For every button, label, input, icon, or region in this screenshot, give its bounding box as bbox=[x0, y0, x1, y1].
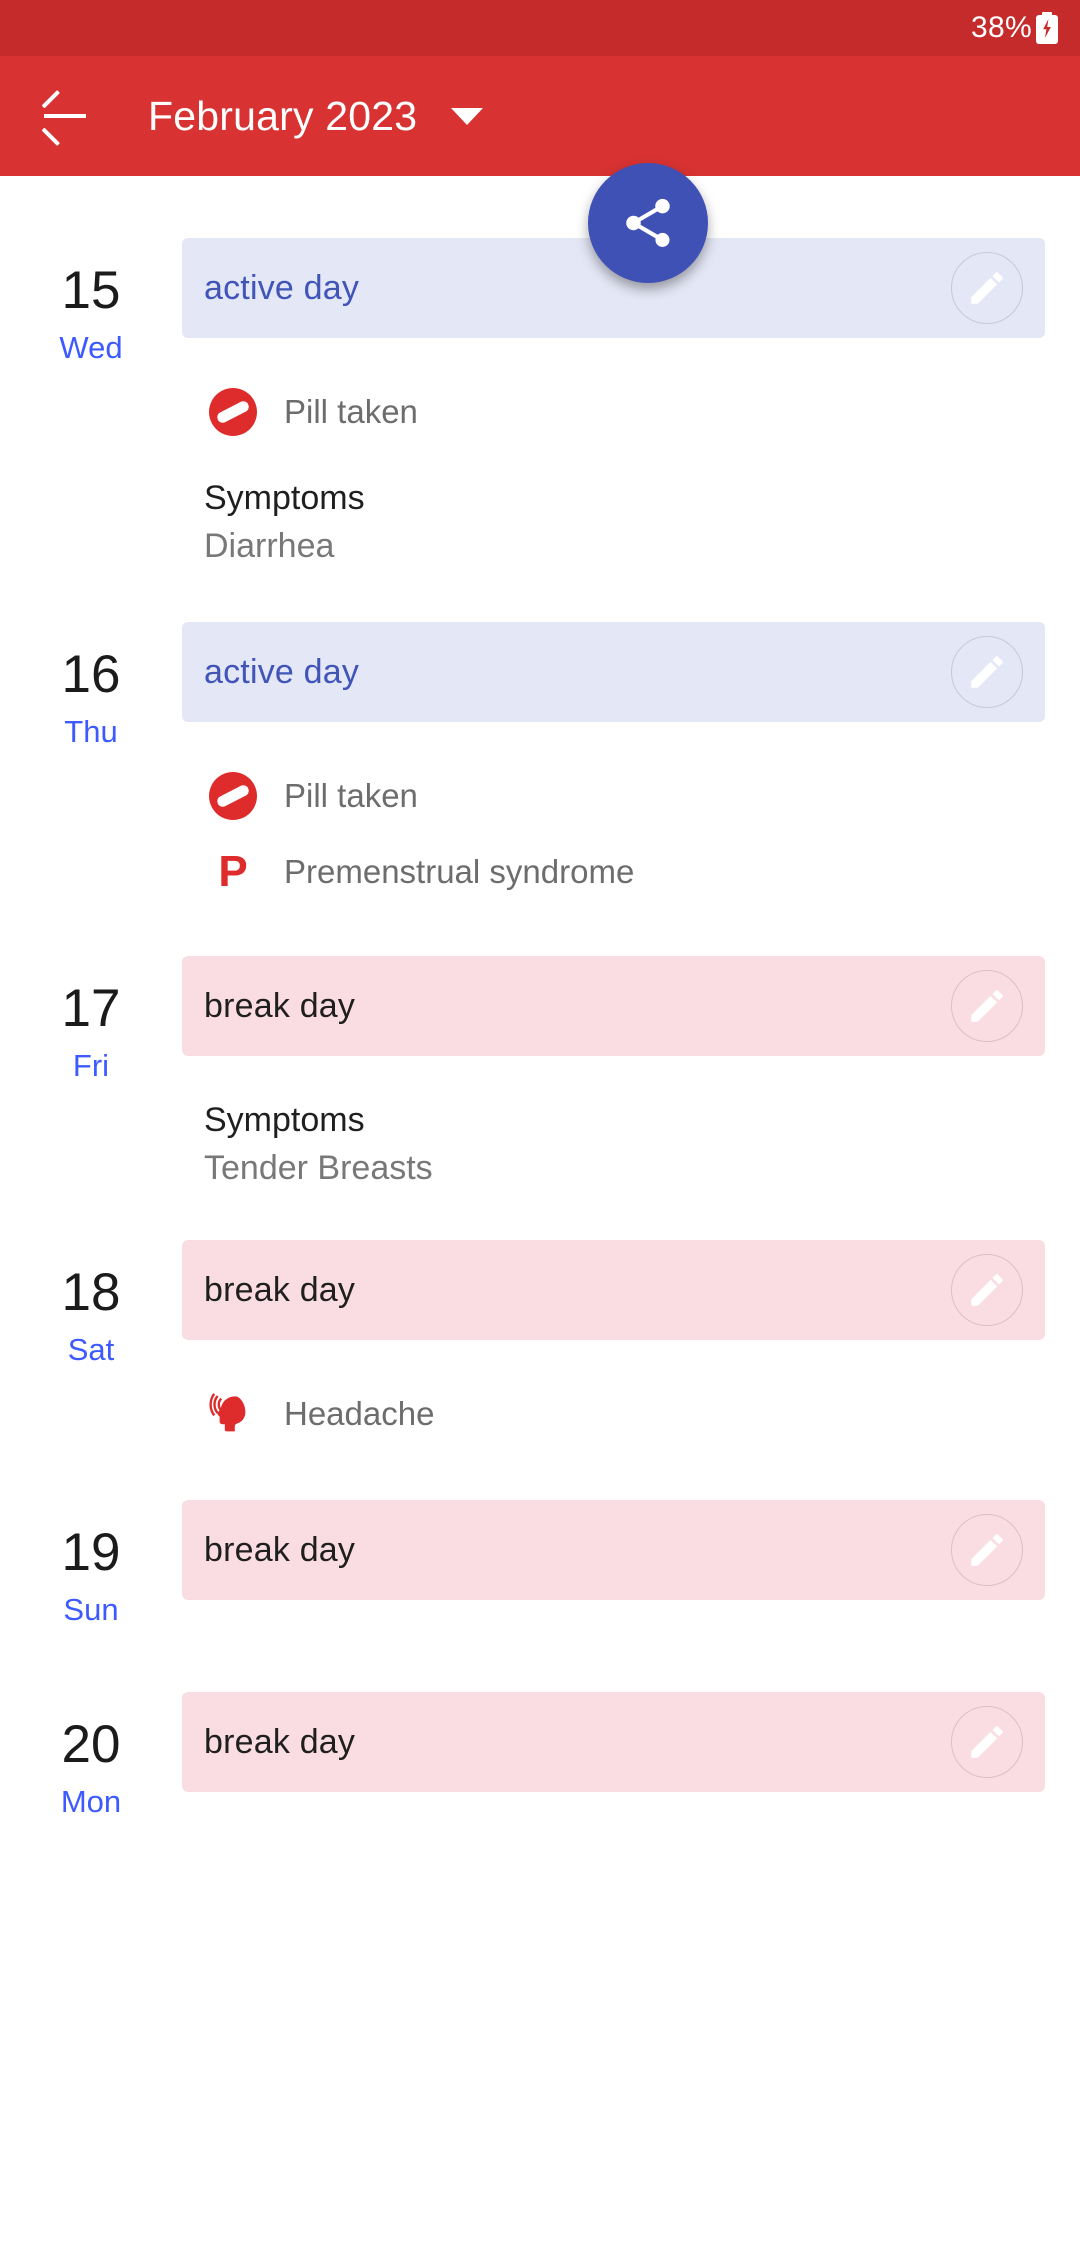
entry-label: Headache bbox=[284, 1395, 435, 1432]
day-date-column: 17 Fri bbox=[0, 956, 182, 1192]
day-block: 18 Sat break day Headache bbox=[0, 1240, 1080, 1452]
edit-day-button[interactable] bbox=[951, 252, 1023, 324]
day-number: 20 bbox=[61, 1715, 121, 1774]
day-status-label: break day bbox=[204, 1722, 356, 1761]
entry-label: Premenstrual syndrome bbox=[284, 853, 635, 890]
pencil-icon bbox=[971, 1274, 1003, 1306]
symptoms-section: Symptoms Tender Breasts bbox=[182, 1096, 1045, 1192]
headache-icon bbox=[204, 1390, 262, 1438]
day-weekday: Mon bbox=[60, 1784, 122, 1819]
day-number: 17 bbox=[61, 979, 121, 1038]
symptoms-value: Tender Breasts bbox=[204, 1149, 433, 1187]
day-entries: Headache bbox=[182, 1368, 1045, 1452]
day-status-banner[interactable]: break day bbox=[182, 956, 1045, 1056]
day-number: 19 bbox=[61, 1523, 121, 1582]
entry-row: P Premenstrual syndrome bbox=[204, 834, 1045, 910]
day-date-column: 15 Wed bbox=[0, 238, 182, 570]
edit-day-button[interactable] bbox=[951, 636, 1023, 708]
pencil-icon bbox=[971, 1534, 1003, 1566]
symptoms-value: Diarrhea bbox=[204, 527, 335, 565]
day-weekday: Sun bbox=[63, 1592, 119, 1627]
day-status-banner[interactable]: active day bbox=[182, 622, 1045, 722]
chevron-down-icon[interactable] bbox=[451, 107, 484, 125]
day-status-label: active day bbox=[204, 652, 360, 691]
day-block: 20 Mon break day bbox=[0, 1692, 1080, 1828]
edit-day-button[interactable] bbox=[951, 1514, 1023, 1586]
app-bar: February 2023 bbox=[0, 56, 1080, 283]
day-weekday: Wed bbox=[59, 330, 123, 365]
day-content: active day Pill taken Symptoms Diarrhea bbox=[182, 238, 1080, 570]
day-entries: Pill taken P Premenstrual syndrome bbox=[182, 750, 1045, 910]
pencil-icon bbox=[971, 990, 1003, 1022]
day-status-label: break day bbox=[204, 1270, 356, 1309]
symptoms-title: Symptoms bbox=[204, 479, 365, 517]
pill-icon bbox=[204, 388, 262, 436]
symptoms-title: Symptoms bbox=[204, 1101, 365, 1139]
day-weekday: Sat bbox=[67, 1332, 115, 1367]
day-block: 15 Wed active day Pill taken Symptoms Di… bbox=[0, 238, 1080, 570]
pencil-icon bbox=[971, 656, 1003, 688]
day-date-column: 19 Sun bbox=[0, 1500, 182, 1636]
pencil-icon bbox=[971, 1726, 1003, 1758]
day-content: break day bbox=[182, 1692, 1080, 1828]
back-arrow-icon[interactable] bbox=[41, 90, 88, 146]
battery-charging-icon bbox=[1036, 12, 1058, 44]
status-bar: 38% bbox=[0, 0, 1080, 56]
edit-day-button[interactable] bbox=[951, 1706, 1023, 1778]
day-number: 16 bbox=[61, 645, 121, 704]
day-list: 15 Wed active day Pill taken Symptoms Di… bbox=[0, 238, 1080, 1828]
day-date-column: 18 Sat bbox=[0, 1240, 182, 1452]
status-bar-right: 38% bbox=[971, 11, 1058, 45]
day-block: 16 Thu active day Pill taken P Premenstr… bbox=[0, 622, 1080, 910]
day-date-column: 20 Mon bbox=[0, 1692, 182, 1828]
entry-row: Headache bbox=[204, 1376, 1045, 1452]
entry-row: Pill taken bbox=[204, 374, 1045, 450]
pms-p-icon: P bbox=[218, 847, 248, 896]
symptoms-section: Symptoms Diarrhea bbox=[182, 474, 1045, 570]
day-status-label: active day bbox=[204, 268, 360, 307]
entry-row: Pill taken bbox=[204, 758, 1045, 834]
day-entries: Pill taken bbox=[182, 366, 1045, 450]
day-number: 18 bbox=[61, 1263, 121, 1322]
battery-percent-label: 38% bbox=[971, 11, 1032, 44]
entry-label: Pill taken bbox=[284, 777, 418, 814]
entry-label: Pill taken bbox=[284, 393, 418, 430]
edit-day-button[interactable] bbox=[951, 1254, 1023, 1326]
day-weekday: Fri bbox=[72, 1048, 110, 1083]
share-button[interactable] bbox=[588, 163, 708, 283]
day-content: active day Pill taken P Premenstrual syn… bbox=[182, 622, 1080, 910]
day-content: break day Symptoms Tender Breasts bbox=[182, 956, 1080, 1192]
day-status-label: break day bbox=[204, 1530, 356, 1569]
day-status-banner[interactable]: break day bbox=[182, 1500, 1045, 1600]
page-title: February 2023 bbox=[148, 92, 418, 139]
pencil-icon bbox=[971, 272, 1003, 304]
edit-day-button[interactable] bbox=[951, 970, 1023, 1042]
day-block: 17 Fri break day Symptoms Tender Breasts bbox=[0, 956, 1080, 1192]
day-status-label: break day bbox=[204, 986, 356, 1025]
day-content: break day bbox=[182, 1500, 1080, 1636]
day-status-banner[interactable]: break day bbox=[182, 1240, 1045, 1340]
day-weekday: Thu bbox=[64, 714, 118, 749]
day-number: 15 bbox=[61, 261, 121, 320]
day-status-banner[interactable]: break day bbox=[182, 1692, 1045, 1792]
day-date-column: 16 Thu bbox=[0, 622, 182, 910]
day-content: break day bbox=[182, 1240, 1080, 1452]
share-icon bbox=[626, 198, 670, 247]
pill-icon bbox=[204, 772, 262, 820]
day-block: 19 Sun break day bbox=[0, 1500, 1080, 1636]
